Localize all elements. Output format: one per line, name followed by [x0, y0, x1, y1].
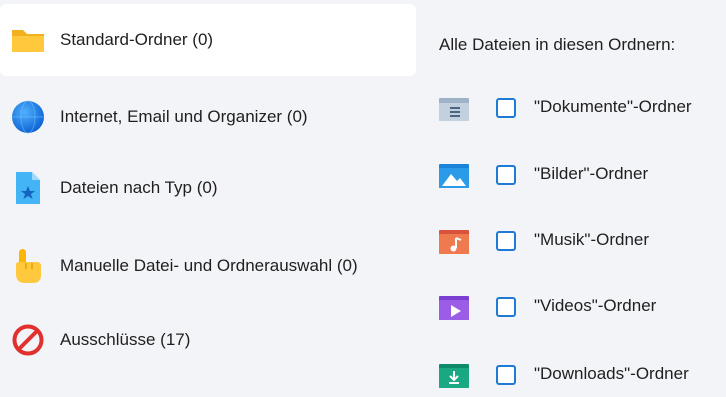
- pictures-folder-icon: [438, 162, 470, 190]
- folder-label: "Musik"-Ordner: [534, 230, 650, 249]
- folder-label: "Videos"-Ordner: [534, 296, 657, 315]
- nav-item-standard-folders[interactable]: Standard-Ordner (0): [0, 4, 416, 76]
- nav-item-label: Dateien nach Typ (0): [60, 178, 218, 197]
- folder-row-music: "Musik"-Ordner: [416, 223, 726, 263]
- globe-icon: [8, 97, 48, 137]
- nav-item-label: Ausschlüsse (17): [60, 330, 191, 349]
- file-star-icon: [8, 168, 48, 208]
- folder-label: "Dokumente"-Ordner: [534, 97, 692, 116]
- nav-item-manual-selection[interactable]: Manuelle Datei- und Ordnerauswahl (0): [0, 230, 416, 302]
- category-nav: Standard-Ordner (0) Internet, Email und …: [0, 0, 416, 385]
- nav-item-label: Manuelle Datei- und Ordnerauswahl (0): [60, 256, 358, 275]
- music-folder-checkbox[interactable]: [496, 231, 516, 251]
- videos-folder-checkbox[interactable]: [496, 297, 516, 317]
- nav-item-internet-email[interactable]: Internet, Email und Organizer (0): [0, 81, 416, 153]
- nav-item-exclusions[interactable]: Ausschlüsse (17): [0, 304, 416, 376]
- downloads-folder-icon: [438, 362, 470, 390]
- folder-row-documents: "Dokumente"-Ordner: [416, 90, 726, 130]
- folder-label: "Downloads"-Ordner: [534, 364, 689, 383]
- nav-item-label: Standard-Ordner (0): [60, 30, 214, 49]
- panel-heading: Alle Dateien in diesen Ordnern:: [439, 35, 676, 54]
- videos-folder-icon: [438, 294, 470, 322]
- nav-item-files-by-type[interactable]: Dateien nach Typ (0): [0, 152, 416, 224]
- folder-row-pictures: "Bilder"-Ordner: [416, 157, 726, 197]
- pointing-hand-icon: [8, 246, 48, 286]
- folder-panel: Alle Dateien in diesen Ordnern: "Dokumen…: [416, 0, 726, 388]
- folder-icon: [8, 20, 48, 60]
- music-folder-icon: [438, 228, 470, 256]
- documents-folder-icon: [438, 95, 470, 123]
- pictures-folder-checkbox[interactable]: [496, 165, 516, 185]
- folder-row-downloads: "Downloads"-Ordner: [416, 357, 726, 397]
- folder-row-videos: "Videos"-Ordner: [416, 289, 726, 329]
- prohibited-icon: [8, 320, 48, 360]
- nav-item-label: Internet, Email und Organizer (0): [60, 107, 308, 126]
- documents-folder-checkbox[interactable]: [496, 98, 516, 118]
- folder-label: "Bilder"-Ordner: [534, 164, 649, 183]
- downloads-folder-checkbox[interactable]: [496, 365, 516, 385]
